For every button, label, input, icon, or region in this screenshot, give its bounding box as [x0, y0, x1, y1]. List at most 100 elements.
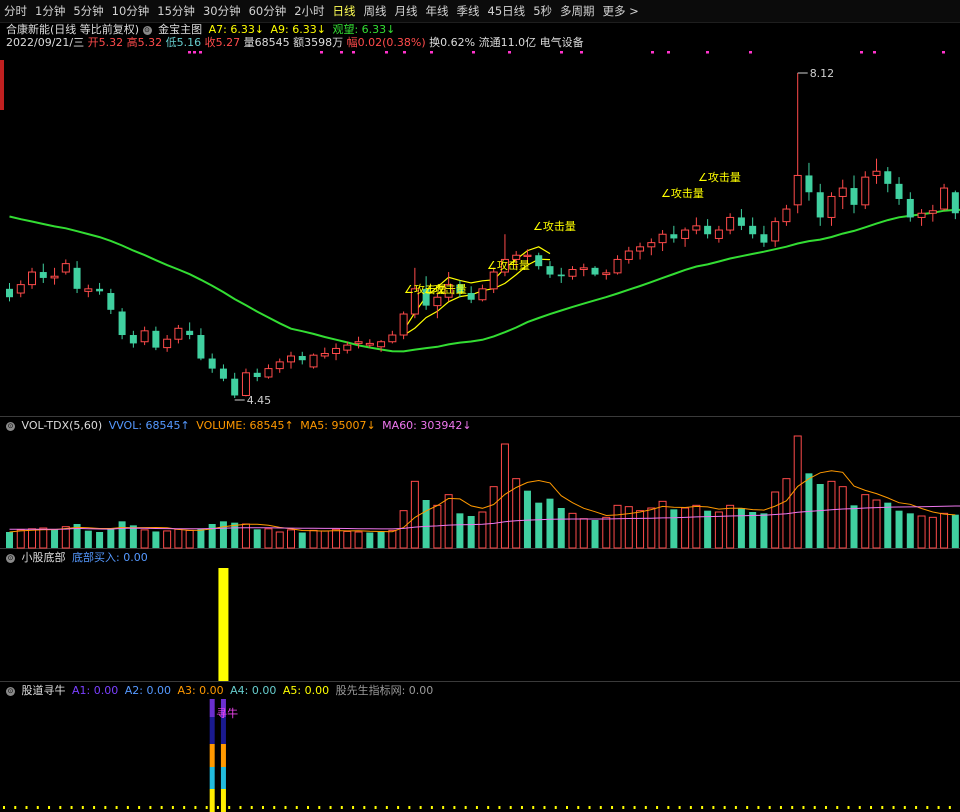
high-value: 5.32: [137, 36, 163, 49]
niu-baseline-dot: [577, 806, 580, 809]
tab-1[interactable]: 1分钟: [31, 0, 69, 22]
volume-bar-23: [264, 528, 273, 549]
candle-21: [241, 368, 250, 397]
niu-baseline-dot: [183, 806, 186, 809]
candle-50: [568, 266, 577, 280]
candle-body: [140, 330, 149, 343]
volume-bar-18: [208, 524, 216, 548]
stock-name[interactable]: 合康新能(日线 等比前复权): [6, 23, 139, 36]
niu-baseline-dot: [397, 806, 400, 809]
niu-baseline-dot: [554, 806, 557, 809]
niu-baseline-dot: [656, 806, 659, 809]
settings-circle-icon[interactable]: ⊙: [6, 553, 15, 563]
indicator-name[interactable]: 金宝主图: [158, 23, 202, 36]
niu-baseline-dot: [70, 806, 73, 809]
candle-body: [241, 372, 250, 396]
candle-body: [591, 267, 599, 275]
candle-body: [681, 229, 690, 239]
candle-57: [647, 238, 656, 256]
candle-84: [951, 190, 959, 220]
tab-0[interactable]: 分时: [0, 0, 31, 22]
volume-bar-56: [636, 510, 645, 549]
tab-9[interactable]: 周线: [360, 0, 391, 22]
niu-baseline-dot: [858, 806, 861, 809]
candle-53: [602, 269, 611, 280]
candle-body: [478, 288, 487, 301]
candle-body: [917, 212, 926, 218]
candle-body: [6, 288, 13, 298]
signal-dot-8: [430, 51, 433, 54]
candle-body: [624, 250, 633, 260]
vol-indicator-name[interactable]: VOL-TDX(5,60): [22, 419, 103, 432]
candle-11: [129, 330, 137, 348]
bottom-indicator-name[interactable]: 小股底部: [22, 551, 66, 564]
candle-body: [568, 269, 577, 277]
candle-25: [287, 351, 295, 369]
volume-bar-1: [16, 529, 25, 549]
tab-8[interactable]: 日线: [329, 0, 360, 22]
niu-baseline-dot: [937, 806, 940, 809]
niu-baseline-dot: [419, 806, 422, 809]
candle-79: [895, 177, 903, 205]
volume-value: VOLUME: 68545↑: [196, 419, 294, 432]
tab-15[interactable]: 多周期: [556, 0, 599, 22]
settings-circle-icon[interactable]: ⊙: [6, 686, 15, 696]
tab-10[interactable]: 月线: [391, 0, 422, 22]
candle-56: [636, 242, 645, 260]
volume-bar-72: [816, 484, 824, 548]
volume-bar-63: [714, 511, 723, 549]
niu-baseline-dot: [250, 806, 253, 809]
candle-29: [332, 343, 341, 361]
niu-pane-header: ⊙ 股道寻牛 A1: 0.00 A2: 0.00 A3: 0.00 A4: 0.…: [6, 684, 436, 698]
volume-chart[interactable]: [0, 434, 960, 549]
niu-baseline-dot: [442, 806, 445, 809]
tab-5[interactable]: 30分钟: [199, 0, 245, 22]
bottom-signal-chart[interactable]: [0, 566, 960, 682]
tab-4[interactable]: 15分钟: [153, 0, 199, 22]
volume-bar-7: [84, 530, 92, 548]
header-line-1: 合康新能(日线 等比前复权) ⊙ 金宝主图 A7: 6.33↓ A9: 6.33…: [6, 23, 398, 37]
candle-81: [917, 209, 926, 226]
volume-bar-80: [906, 513, 914, 548]
settings-circle-icon[interactable]: ⊙: [142, 25, 152, 35]
volume-bar-36: [410, 480, 419, 549]
volume-bar-14: [163, 530, 172, 549]
candle-70: [793, 73, 802, 214]
tab-16[interactable]: 更多 >: [599, 0, 643, 22]
tab-2[interactable]: 5分钟: [69, 0, 107, 22]
turnover-value: 换0.62%: [429, 36, 476, 49]
volume-bar-81: [917, 515, 926, 549]
volume-bar-82: [928, 516, 937, 549]
tab-14[interactable]: 5秒: [529, 0, 556, 22]
niu-signal-chart[interactable]: 寻牛: [0, 699, 960, 812]
candle-body: [658, 233, 667, 244]
tab-13[interactable]: 45日线: [484, 0, 530, 22]
volume-bar-71: [805, 473, 813, 548]
volume-bar-84: [951, 514, 959, 548]
bottom-buy-bar: [218, 568, 229, 681]
attack-label-3: ∠攻击量: [533, 219, 576, 233]
tab-12[interactable]: 季线: [453, 0, 484, 22]
settings-circle-icon[interactable]: ⊙: [6, 421, 15, 431]
tab-7[interactable]: 2小时: [290, 0, 328, 22]
candle-body: [602, 272, 611, 276]
volume-bar-65: [737, 508, 745, 548]
candle-body: [951, 192, 959, 214]
candle-body: [579, 267, 588, 271]
close-value: 5.27: [215, 36, 241, 49]
volume-bar-32: [366, 532, 374, 548]
volume-bar-76: [861, 494, 870, 549]
candle-body: [399, 313, 408, 336]
tab-3[interactable]: 10分钟: [108, 0, 154, 22]
volume-bar-46: [523, 490, 531, 548]
attack-label-4: ∠攻击量: [661, 186, 704, 200]
niu-bar-0-2: [209, 744, 215, 767]
tab-6[interactable]: 60分钟: [245, 0, 291, 22]
niu-baseline-dot: [824, 806, 827, 809]
niu-indicator-name[interactable]: 股道寻牛: [22, 684, 66, 697]
candle-body: [760, 234, 768, 243]
candlestick-chart[interactable]: 8.124.45∠攻击量∠攻击量∠攻击量∠攻击量∠攻击量∠攻击量: [0, 51, 960, 417]
volume-bar-74: [838, 486, 847, 549]
a5-value: A5: 0.00: [282, 684, 330, 697]
tab-11[interactable]: 年线: [422, 0, 453, 22]
